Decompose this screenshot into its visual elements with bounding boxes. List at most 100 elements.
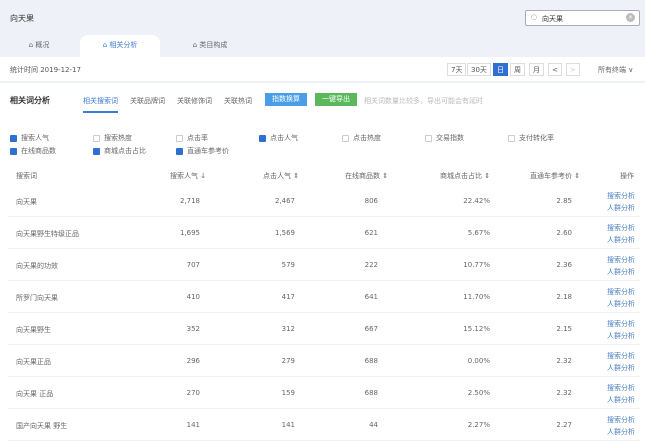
stat-time: 统计时间 2019-12-17 [10, 66, 81, 74]
value-cell: 15.12% [463, 325, 490, 333]
checkbox-label: 在线商品数 [21, 147, 56, 155]
value-cell: 417 [281, 293, 295, 301]
period-week[interactable]: 周 [510, 63, 525, 76]
search-analysis-link[interactable]: 搜索分析 [607, 191, 635, 201]
crowd-analysis-link[interactable]: 人群分析 [607, 203, 635, 213]
search-analysis-link[interactable]: 搜索分析 [607, 319, 635, 329]
value-cell: 1,569 [274, 229, 295, 237]
tab-category[interactable]: ⌂ 类目构成 [180, 35, 240, 57]
value-cell: 141 [186, 421, 200, 429]
value-cell: 10.77% [463, 261, 490, 269]
metric-checkbox[interactable]: 支付转化率 [508, 133, 554, 143]
value-cell: 2.85 [556, 197, 572, 205]
checkbox-icon[interactable] [342, 134, 349, 142]
value-cell: 2,718 [179, 197, 200, 205]
metric-checkbox[interactable]: 点击热度 [342, 133, 381, 143]
search-analysis-link[interactable]: 搜索分析 [607, 223, 635, 233]
export-button[interactable]: 一键导出 [315, 93, 357, 106]
search-value: 向天果 [542, 15, 563, 23]
subtab-modifier[interactable]: 关联修饰词 [177, 96, 212, 106]
value-cell: 222 [364, 261, 378, 269]
checkbox-icon[interactable] [10, 147, 17, 155]
metric-checkbox[interactable]: 点击人气 [259, 133, 298, 143]
value-cell: 296 [186, 357, 200, 365]
search-analysis-link[interactable]: 搜索分析 [607, 383, 635, 393]
value-cell: 2.50% [467, 389, 490, 397]
period-month[interactable]: 月 [529, 63, 544, 76]
keyword-cell: 向天果的功效 [16, 262, 58, 270]
value-cell: 707 [186, 261, 200, 269]
metric-checkbox[interactable]: 搜索人气 [10, 133, 49, 143]
value-cell: 159 [281, 389, 295, 397]
section-title: 相关词分析 [10, 96, 50, 105]
col-search-popularity[interactable]: 搜索人气 ↓ [170, 171, 206, 181]
search-analysis-link[interactable]: 搜索分析 [607, 415, 635, 425]
metric-checkbox[interactable]: 交易指数 [425, 133, 464, 143]
search-analysis-link[interactable]: 搜索分析 [607, 287, 635, 297]
crowd-analysis-link[interactable]: 人群分析 [607, 267, 635, 277]
value-cell: 352 [186, 325, 200, 333]
value-cell: 22.42% [463, 197, 490, 205]
tab-related[interactable]: ⌂ 相关分析 [80, 35, 160, 57]
checkbox-icon[interactable] [259, 134, 266, 142]
table-row: 所罗门向天果 410 417 641 11.70% 2.18 搜索分析 人群分析 [8, 281, 640, 313]
index-convert-button[interactable]: 指数换算 [265, 93, 307, 106]
crowd-analysis-link[interactable]: 人群分析 [607, 299, 635, 309]
crowd-analysis-link[interactable]: 人群分析 [607, 331, 635, 341]
subtab-hot[interactable]: 关联热词 [224, 96, 252, 106]
value-cell: 2.27 [556, 421, 572, 429]
metric-checkbox[interactable]: 搜索热度 [93, 133, 132, 143]
channel-select[interactable]: 所有终端 ∨ [598, 65, 633, 75]
value-cell: 2.18 [556, 293, 572, 301]
next-button[interactable]: > [566, 63, 580, 76]
value-cell: 410 [186, 293, 200, 301]
crowd-analysis-link[interactable]: 人群分析 [607, 363, 635, 373]
keyword-cell: 向天果 正品 [16, 390, 54, 398]
table-row: 国产向天果 野生 141 141 44 2.27% 2.27 搜索分析 人群分析 [8, 409, 640, 441]
period-day[interactable]: 日 [493, 63, 508, 76]
search-analysis-link[interactable]: 搜索分析 [607, 351, 635, 361]
checkbox-icon[interactable] [176, 134, 183, 142]
search-analysis-link[interactable]: 搜索分析 [607, 255, 635, 265]
checkbox-label: 直通车参考价 [187, 147, 229, 155]
subtab-brand[interactable]: 关联品牌词 [130, 96, 165, 106]
table-row: 向天果野生特级正品 1,695 1,569 621 5.67% 2.60 搜索分析 人群分析 [8, 217, 640, 249]
value-cell: 621 [364, 229, 378, 237]
crowd-analysis-link[interactable]: 人群分析 [607, 235, 635, 245]
col-click-popularity[interactable]: 点击人气 ⇕ [263, 171, 299, 181]
subtab-related-search[interactable]: 相关搜索词 [83, 96, 118, 113]
keyword-cell: 向天果野生特级正品 [16, 230, 79, 238]
metric-checkbox[interactable]: 商城点击占比 [93, 146, 146, 156]
value-cell: 688 [364, 389, 378, 397]
checkbox-icon[interactable] [93, 147, 100, 155]
value-cell: 806 [364, 197, 378, 205]
tab-label: 概况 [35, 41, 50, 49]
checkbox-icon[interactable] [425, 134, 432, 142]
metric-checkbox[interactable]: 直通车参考价 [176, 146, 229, 156]
search-input[interactable]: ○ 向天果 × [525, 10, 640, 26]
col-online-products[interactable]: 在线商品数 ⇕ [345, 171, 388, 181]
keyword-cell: 所罗门向天果 [16, 294, 58, 302]
value-cell: 2.60 [556, 229, 572, 237]
crowd-analysis-link[interactable]: 人群分析 [607, 395, 635, 405]
value-cell: 141 [281, 421, 295, 429]
col-ztc-price[interactable]: 直通车参考价 ⇕ [530, 171, 580, 181]
value-cell: 641 [364, 293, 378, 301]
metric-checkbox[interactable]: 点击率 [176, 133, 208, 143]
tab-label: 类目构成 [199, 41, 228, 49]
checkbox-icon[interactable] [93, 134, 100, 142]
period-30d[interactable]: 30天 [467, 63, 491, 76]
checkbox-icon[interactable] [10, 134, 17, 142]
col-keyword: 搜索词 [16, 172, 37, 180]
checkbox-label: 点击率 [187, 134, 208, 142]
crowd-analysis-link[interactable]: 人群分析 [607, 427, 635, 437]
checkbox-icon[interactable] [508, 134, 515, 142]
period-7d[interactable]: 7天 [447, 63, 467, 76]
tab-overview[interactable]: ⌂ 概况 [14, 35, 64, 57]
prev-button[interactable]: < [548, 63, 562, 76]
value-cell: 0.00% [467, 357, 490, 365]
metric-checkbox[interactable]: 在线商品数 [10, 146, 56, 156]
checkbox-icon[interactable] [176, 147, 183, 155]
col-mall-click-ratio[interactable]: 商城点击占比 ⇕ [440, 171, 490, 181]
clear-icon[interactable]: × [626, 13, 635, 22]
